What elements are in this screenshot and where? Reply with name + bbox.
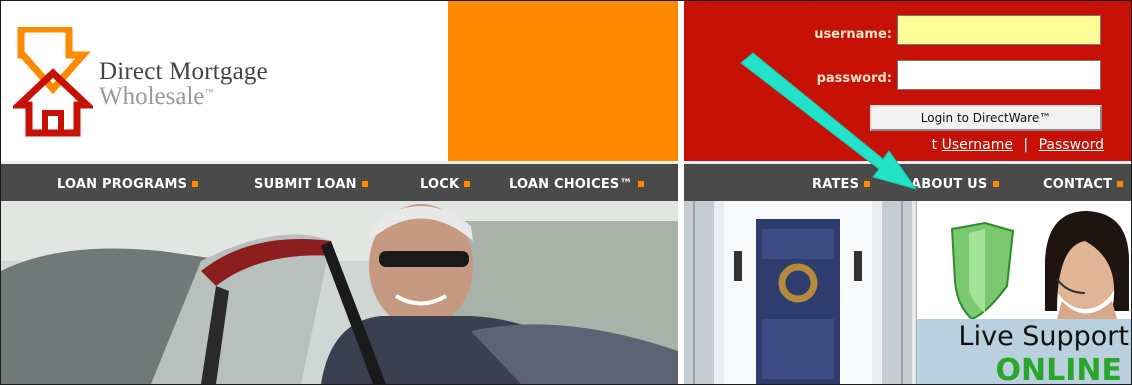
password-input[interactable]	[897, 60, 1101, 90]
house-arrow-logo-icon	[13, 27, 93, 137]
main-nav-left: LOAN PROGRAMS SUBMIT LOAN LOCK LOAN CHOI…	[1, 161, 678, 201]
forgot-username-link[interactable]: Username	[942, 137, 1013, 153]
nav-submit-loan[interactable]: SUBMIT LOAN	[254, 177, 368, 192]
nav-about-us[interactable]: ABOUT US	[911, 177, 999, 192]
login-button[interactable]: Login to DirectWare™	[870, 105, 1102, 131]
username-label: username:	[814, 27, 892, 42]
hero-photo-convertible	[1, 201, 678, 384]
nav-loan-programs[interactable]: LOAN PROGRAMS	[57, 177, 199, 192]
shield-icon	[950, 221, 1015, 321]
nav-rates[interactable]: RATES	[812, 177, 871, 192]
nav-contact[interactable]: CONTACT	[1043, 177, 1124, 192]
username-input[interactable]	[897, 15, 1101, 45]
logo-area[interactable]: Direct Mortgage Wholesale™	[1, 1, 448, 161]
forgot-links: t Username | Password	[834, 137, 1104, 153]
brand-name-line1: Direct Mortgage	[99, 58, 268, 85]
brand-name-line2: Wholesale™	[99, 83, 214, 110]
orange-banner-block	[448, 1, 678, 161]
live-support-text: Live Support	[958, 321, 1129, 352]
forgot-password-link[interactable]: Password	[1039, 137, 1104, 153]
login-panel: username: password: Login to DirectWare™…	[684, 1, 1131, 161]
page-frame: Direct Mortgage Wholesale™ username: pas…	[0, 0, 1132, 385]
online-status-text: ONLINE	[995, 353, 1123, 384]
forgot-prefix: t	[931, 137, 938, 153]
live-support-banner[interactable]: Live Support ONLINE	[916, 201, 1131, 384]
main-nav-right: RATES ABOUT US CONTACT	[684, 161, 1131, 201]
password-label: password:	[816, 71, 892, 86]
nav-lock[interactable]: LOCK	[420, 177, 471, 192]
link-separator: |	[1023, 137, 1029, 153]
front-door-photo	[684, 201, 912, 384]
nav-loan-choices[interactable]: LOAN CHOICES™	[509, 177, 644, 192]
